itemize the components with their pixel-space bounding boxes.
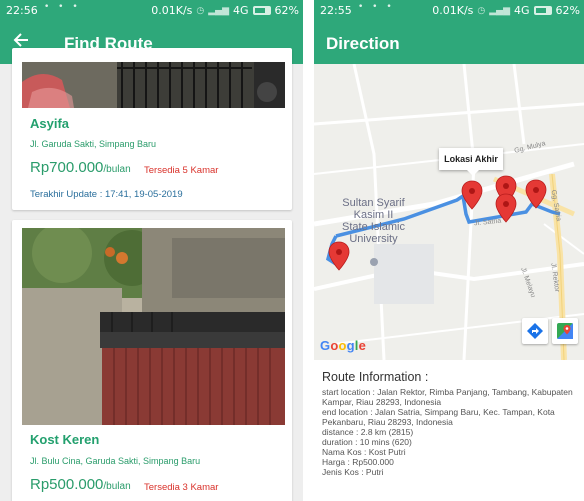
place-label-university: Sultan Syarif Kasim II State Islamic Uni… — [342, 197, 405, 245]
alarm-icon: ◷ — [196, 5, 205, 16]
kos-availability: Tersedia 5 Kamar — [144, 165, 219, 176]
kos-card[interactable]: Asyifa Jl. Garuda Sakti, Simpang Baru Rp… — [12, 48, 292, 210]
status-bar: 22:55 • • • 0.01K/s ◷ ▂▄▆ 4G 62% — [314, 0, 584, 22]
maps-app-icon — [557, 323, 573, 339]
signal-icon: ▂▄▆ — [208, 5, 230, 16]
kos-photo — [22, 228, 285, 425]
app-bar: Direction — [314, 22, 584, 64]
battery-icon — [533, 6, 552, 15]
status-time: 22:56 — [6, 4, 38, 17]
network-type: 4G — [514, 4, 530, 17]
battery-icon — [252, 6, 271, 15]
harga: Harga : Rp500.000 — [322, 457, 394, 467]
price-value: Rp500.000 — [30, 476, 104, 493]
google-logo: Google — [320, 338, 367, 353]
route-map[interactable]: Lokasi Akhir Sultan Syarif Kasim II Stat… — [314, 64, 584, 360]
kos-address: Jl. Garuda Sakti, Simpang Baru — [30, 139, 157, 149]
price-unit: /bulan — [103, 481, 131, 492]
kos-address: Jl. Bulu Cina, Garuda Sakti, Simpang Bar… — [30, 456, 201, 466]
kos-availability: Tersedia 3 Kamar — [144, 482, 219, 493]
jenis-kos: Jenis Kos : Putri — [322, 467, 384, 477]
network-speed: 0.01K/s — [432, 4, 474, 17]
duration: duration : 10 mins (620) — [322, 437, 412, 447]
distance: distance : 2.8 km (2815) — [322, 427, 414, 437]
kos-card[interactable]: Kost Keren Jl. Bulu Cina, Garuda Sakti, … — [12, 220, 292, 501]
start-location: start location : Jalan Rektor, Rimba Pan… — [322, 387, 573, 407]
directions-icon — [527, 323, 543, 339]
status-right: 0.01K/s ◷ ▂▄▆ 4G 62% — [151, 4, 299, 17]
nama-kos: Nama Kos : Kost Putri — [322, 447, 406, 457]
route-information: Route Information : start location : Jal… — [314, 360, 584, 501]
network-type: 4G — [233, 4, 249, 17]
destination-callout: Lokasi Akhir — [439, 148, 503, 176]
battery-level: 62% — [274, 4, 299, 17]
directions-button[interactable] — [522, 318, 548, 344]
price-value: Rp700.000 — [30, 159, 104, 176]
kos-photo — [22, 62, 285, 108]
battery-level: 62% — [555, 4, 580, 17]
kos-name: Kost Keren — [30, 432, 100, 447]
page-title: Direction — [326, 34, 400, 53]
price-unit: /bulan — [103, 164, 131, 175]
kos-last-update: Terakhir Update : 17:41, 19-05-2019 — [30, 189, 183, 200]
status-time: 22:55 — [320, 4, 352, 17]
route-info-heading: Route Information : — [322, 370, 429, 384]
signal-icon: ▂▄▆ — [489, 5, 511, 16]
open-maps-button[interactable] — [552, 318, 578, 344]
screen-divider — [303, 0, 314, 501]
kos-price: Rp500.000/bulan — [30, 476, 131, 493]
status-right: 0.01K/s ◷ ▂▄▆ 4G 62% — [432, 4, 580, 17]
network-speed: 0.01K/s — [151, 4, 193, 17]
notification-dots: • • • — [358, 2, 395, 12]
find-route-screen: 22:56 • • • 0.01K/s ◷ ▂▄▆ 4G 62% Find Ro… — [0, 0, 303, 501]
end-location: end location : Jalan Satria, Simpang Bar… — [322, 407, 555, 427]
notification-dots: • • • — [44, 2, 81, 12]
kos-name: Asyifa — [30, 116, 70, 131]
alarm-icon: ◷ — [477, 5, 486, 16]
direction-screen: 22:55 • • • 0.01K/s ◷ ▂▄▆ 4G 62% Directi… — [314, 0, 584, 501]
status-bar: 22:56 • • • 0.01K/s ◷ ▂▄▆ 4G 62% — [0, 0, 303, 22]
kos-price: Rp700.000/bulan — [30, 159, 131, 176]
